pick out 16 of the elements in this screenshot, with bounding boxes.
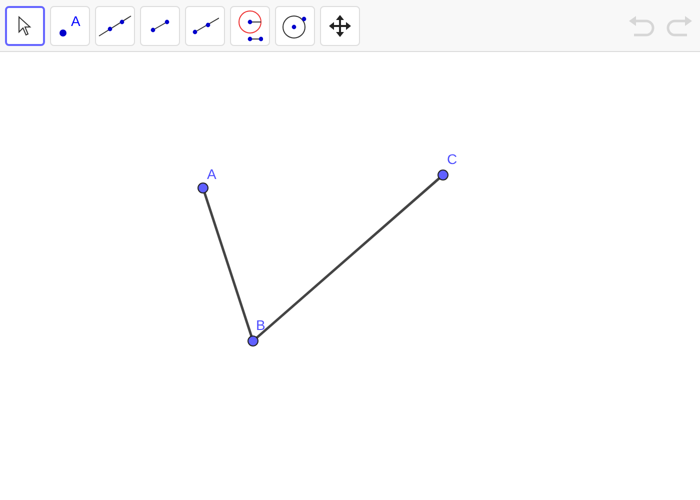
point-label: A bbox=[207, 166, 216, 182]
arrow-pointer-icon bbox=[18, 16, 32, 36]
segment-icon bbox=[149, 18, 171, 32]
point-label: B bbox=[256, 317, 266, 333]
point[interactable] bbox=[248, 336, 258, 346]
compass-icon bbox=[237, 8, 263, 42]
ray-icon bbox=[191, 16, 219, 34]
tool-button[interactable]: A bbox=[50, 6, 90, 46]
undo-icon bbox=[628, 14, 656, 36]
tool-button[interactable] bbox=[5, 6, 45, 46]
point[interactable] bbox=[198, 182, 208, 194]
line-icon bbox=[98, 14, 132, 36]
move-arrows-icon bbox=[328, 14, 352, 38]
redo-icon bbox=[665, 14, 693, 36]
point[interactable] bbox=[438, 170, 448, 180]
point-label: C bbox=[447, 151, 458, 167]
